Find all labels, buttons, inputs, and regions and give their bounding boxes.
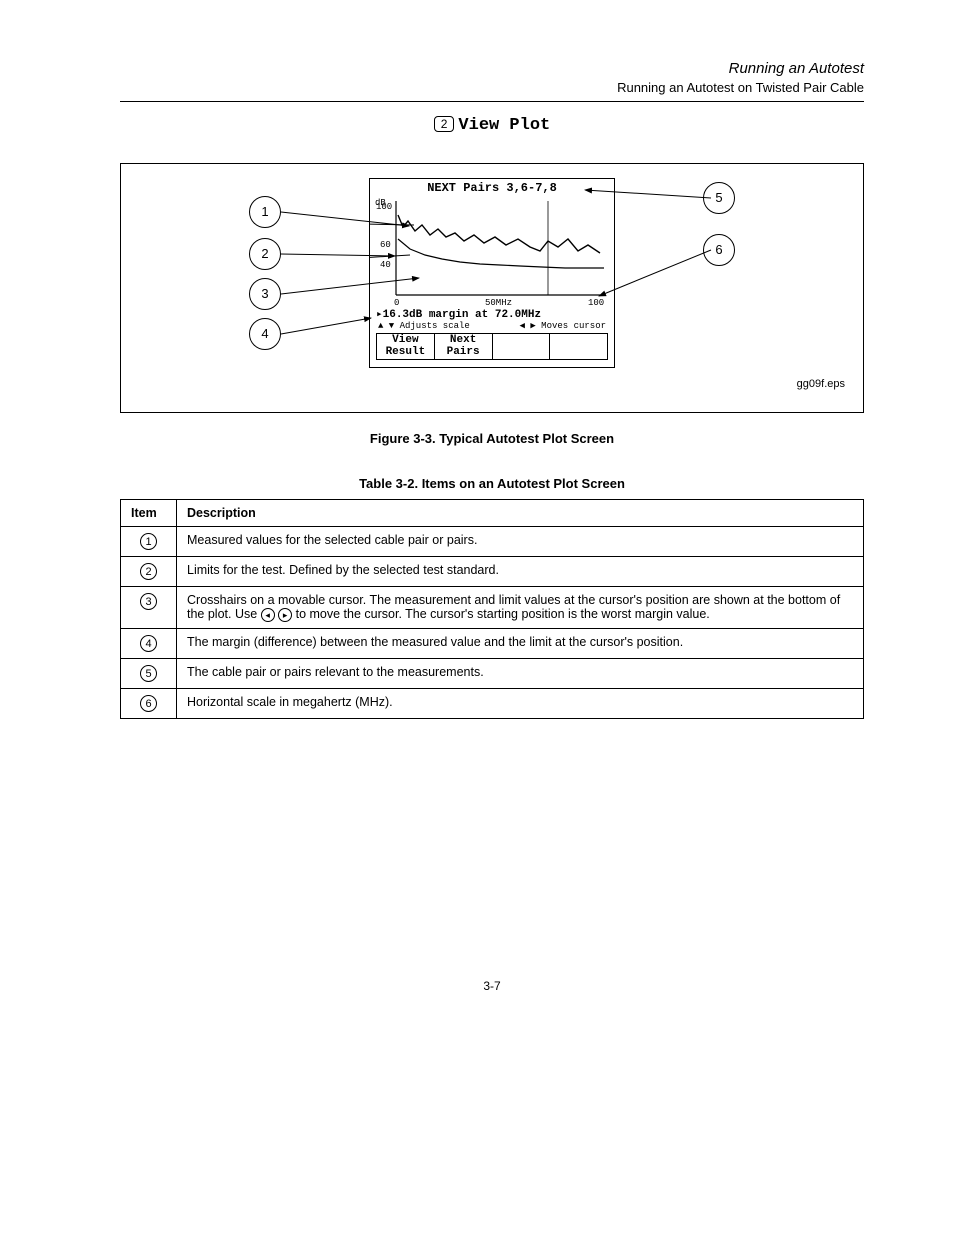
svg-text:100: 100 (588, 298, 604, 307)
callout-6: 6 (703, 234, 735, 266)
softkey-label: View Plot (458, 116, 550, 135)
figure-filecode: gg09f.eps (139, 378, 845, 390)
softkey-instruction: 2View Plot (120, 116, 864, 135)
table-row: 2 Limits for the test. Defined by the se… (121, 557, 864, 587)
table-row: 5 The cable pair or pairs relevant to th… (121, 659, 864, 689)
lcd-cursor-readout: ▸16.3dB margin at 72.0MHz (370, 307, 614, 321)
callout-4: 4 (249, 318, 281, 350)
callout-2: 2 (249, 238, 281, 270)
svg-text:0: 0 (394, 298, 399, 307)
lcd-screen: NEXT Pairs 3,6-7,8 dB 100 60 40 0 50MHz … (369, 178, 615, 368)
chapter-title: Running an Autotest (120, 60, 864, 77)
callout-5: 5 (703, 182, 735, 214)
left-arrow-key-icon: ◂ (261, 608, 275, 622)
svg-text:60: 60 (380, 240, 391, 250)
lcd-plot-title: NEXT Pairs 3,6-7,8 (370, 179, 614, 195)
figure-frame: 1 2 3 4 5 6 NEXT Pairs 3,6-7,8 dB 100 60… (120, 163, 864, 413)
right-arrow-key-icon: ▸ (278, 608, 292, 622)
table-row: 1 Measured values for the selected cable… (121, 527, 864, 557)
section-title: Running an Autotest on Twisted Pair Cabl… (120, 80, 864, 95)
table-row: 3 Crosshairs on a movable cursor. The me… (121, 587, 864, 629)
svg-text:50MHz: 50MHz (485, 298, 512, 307)
lcd-btn-4[interactable] (550, 334, 607, 359)
svg-text:40: 40 (380, 260, 391, 270)
lcd-btn-next-pairs[interactable]: Next Pairs (435, 334, 493, 359)
page-number: 3-7 (120, 979, 864, 993)
hint-cursor: ◀ ▶ Moves cursor (520, 321, 606, 331)
hint-scale: ▲ ▼ Adjusts scale (378, 321, 470, 331)
lcd-btn-view-result[interactable]: View Result (377, 334, 435, 359)
figure-caption: Figure 3-3. Typical Autotest Plot Screen (120, 431, 864, 446)
softkey-number-box: 2 (434, 116, 455, 132)
lcd-softkey-row: View Result Next Pairs (376, 333, 608, 360)
table-caption: Table 3-2. Items on an Autotest Plot Scr… (120, 476, 864, 491)
callout-3: 3 (249, 278, 281, 310)
col-item: Item (121, 500, 177, 527)
table-row: 4 The margin (difference) between the me… (121, 629, 864, 659)
header-rule (120, 101, 864, 102)
col-description: Description (177, 500, 864, 527)
plot-items-table: Item Description 1 Measured values for t… (120, 499, 864, 719)
svg-text:100: 100 (376, 202, 392, 212)
lcd-btn-3[interactable] (493, 334, 551, 359)
table-row: 6 Horizontal scale in megahertz (MHz). (121, 689, 864, 719)
callout-1: 1 (249, 196, 281, 228)
plot-svg: dB 100 60 40 0 50MHz 100 (370, 195, 614, 307)
